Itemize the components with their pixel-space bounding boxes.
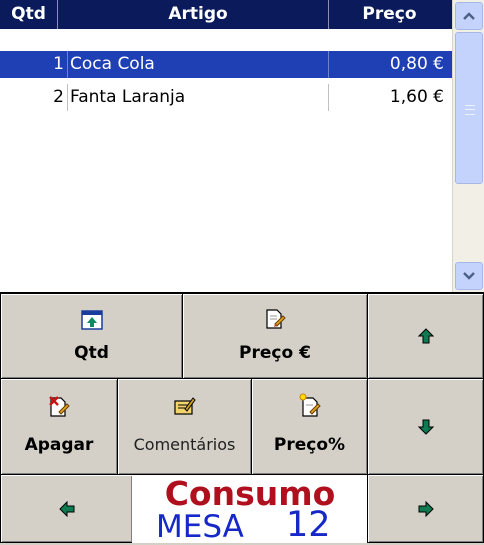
- column-header-artigo[interactable]: Artigo: [68, 0, 328, 29]
- arrow-up-icon: [417, 328, 434, 344]
- order-row[interactable]: 2 Fanta Laranja 1,60 €: [0, 84, 452, 111]
- price-percent-icon: [299, 393, 321, 417]
- comentarios-button[interactable]: Comentários: [117, 378, 252, 475]
- mesa-number: 12: [286, 505, 331, 545]
- order-list-header: Qtd Artigo Preço: [0, 0, 452, 29]
- cell-separator: [67, 84, 68, 111]
- move-down-button[interactable]: [367, 378, 484, 475]
- scroll-up-button[interactable]: [455, 2, 483, 30]
- move-up-button[interactable]: [367, 293, 484, 379]
- consumo-panel: Consumo MESA 12: [132, 474, 368, 545]
- apagar-button[interactable]: Apagar: [0, 378, 118, 475]
- preco-percent-button[interactable]: Preço%: [251, 378, 368, 475]
- cell-separator: [67, 51, 68, 78]
- column-header-qtd[interactable]: Qtd: [0, 0, 57, 29]
- move-left-button[interactable]: [0, 474, 133, 543]
- price-edit-icon: [266, 309, 286, 329]
- qtd-button-label: Qtd: [74, 343, 109, 363]
- delete-edit-icon: [49, 396, 70, 417]
- scroll-thumb[interactable]: [455, 32, 483, 184]
- row-artigo: Fanta Laranja: [70, 87, 186, 107]
- comentarios-button-label: Comentários: [133, 435, 236, 454]
- row-qtd: 2: [53, 87, 64, 107]
- apagar-button-label: Apagar: [24, 435, 94, 455]
- row-preco: 1,60 €: [389, 87, 444, 107]
- scroll-down-button[interactable]: [455, 262, 483, 290]
- preco-euro-button-label: Preço €: [239, 343, 311, 363]
- table-up-icon: [80, 310, 103, 330]
- chevron-down-icon: [463, 272, 475, 280]
- column-header-preco[interactable]: Preço: [328, 0, 451, 29]
- arrow-down-icon: [417, 419, 434, 435]
- row-qtd: 1: [53, 54, 64, 74]
- chevron-up-icon: [463, 12, 475, 20]
- row-preco: 0,80 €: [389, 54, 444, 74]
- preco-euro-button[interactable]: Preço €: [182, 293, 368, 379]
- grip-icon: [465, 105, 475, 115]
- mesa-label: MESA: [156, 509, 244, 545]
- order-list[interactable]: Qtd Artigo Preço 1 Coca Cola 0,80 € 2 Fa…: [0, 0, 484, 293]
- comment-icon: [173, 397, 196, 415]
- arrow-right-icon: [418, 500, 434, 517]
- arrow-left-icon: [58, 500, 74, 517]
- row-artigo: Coca Cola: [70, 54, 155, 74]
- vertical-scrollbar[interactable]: [452, 0, 484, 292]
- move-right-button[interactable]: [367, 474, 484, 543]
- header-separator: [57, 0, 58, 29]
- qtd-button[interactable]: Qtd: [0, 293, 183, 379]
- preco-percent-button-label: Preço%: [273, 435, 346, 455]
- order-row[interactable]: 1 Coca Cola 0,80 €: [0, 51, 452, 78]
- consumo-title: Consumo: [164, 474, 336, 513]
